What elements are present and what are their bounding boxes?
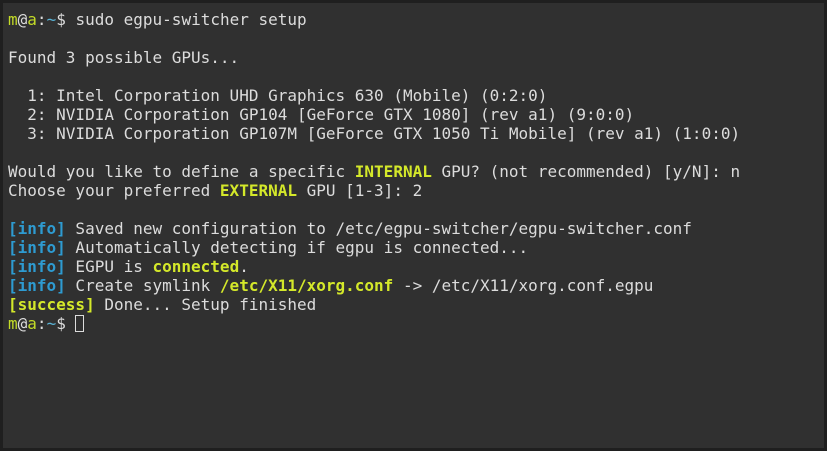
prompt-host: a [27, 314, 37, 333]
prompt-user: m [8, 314, 18, 333]
log-line-egpu-status: [info] EGPU is connected. [8, 257, 824, 276]
internal-keyword: INTERNAL [354, 162, 432, 181]
prompt-at: @ [17, 10, 28, 29]
info-tag: [info] [8, 276, 66, 295]
log-text: Automatically detecting if egpu is conne… [65, 238, 529, 257]
log-text: -> /etc/X11/xorg.conf.egpu [393, 276, 654, 295]
gpu-list-item: 3: NVIDIA Corporation GP107M [GeForce GT… [8, 124, 741, 143]
log-line-symlink: [info] Create symlink /etc/X11/xorg.conf… [8, 276, 824, 295]
prompt-separator: : [36, 314, 47, 333]
prompt-symbol: $ [56, 10, 66, 29]
gpu-list-item: 1: Intel Corporation UHD Graphics 630 (M… [8, 86, 548, 105]
question-text: Would you like to define a specific [8, 162, 355, 181]
prompt-symbol: $ [56, 314, 66, 333]
command-line: m@a:~$ sudo egpu-switcher setup [8, 10, 824, 29]
question-text: GPU [1-3]: 2 [296, 181, 423, 200]
command-text: sudo egpu-switcher setup [65, 10, 307, 29]
log-line-detect: [info] Automatically detecting if egpu i… [8, 238, 824, 257]
info-tag: [info] [8, 238, 66, 257]
connected-keyword: connected [152, 257, 240, 276]
gpu-list-item: 2: NVIDIA Corporation GP104 [GeForce GTX… [8, 105, 635, 124]
prompt-user: m [8, 10, 18, 29]
prompt-host: a [27, 10, 37, 29]
text-cursor[interactable] [74, 315, 84, 332]
question-text: Choose your preferred [8, 181, 220, 200]
log-text: EGPU is [65, 257, 153, 276]
found-gpus-line: Found 3 possible GPUs... [8, 48, 240, 67]
log-line-success: [success] Done... Setup finished [8, 295, 824, 314]
question-text: GPU? (not recommended) [y/N]: n [431, 162, 741, 181]
log-line-saved: [info] Saved new configuration to /etc/e… [8, 219, 824, 238]
prompt-at: @ [17, 314, 28, 333]
info-tag: [info] [8, 257, 66, 276]
success-tag: [success] [8, 295, 95, 314]
prompt-path: ~ [46, 10, 57, 29]
log-text: Create symlink [65, 276, 220, 295]
prompt-line[interactable]: m@a:~$ [8, 314, 824, 333]
log-text: . [239, 257, 249, 276]
prompt-path: ~ [46, 314, 57, 333]
prompt-separator: : [36, 10, 47, 29]
info-tag: [info] [8, 219, 66, 238]
terminal-window[interactable]: m@a:~$ sudo egpu-switcher setup Found 3 … [3, 3, 824, 448]
external-keyword: EXTERNAL [219, 181, 297, 200]
internal-gpu-question: Would you like to define a specific INTE… [8, 162, 824, 181]
log-text: Saved new configuration to /etc/egpu-swi… [65, 219, 692, 238]
log-text: Done... Setup finished [94, 295, 317, 314]
symlink-path: /etc/X11/xorg.conf [219, 276, 394, 295]
external-gpu-question: Choose your preferred EXTERNAL GPU [1-3]… [8, 181, 824, 200]
